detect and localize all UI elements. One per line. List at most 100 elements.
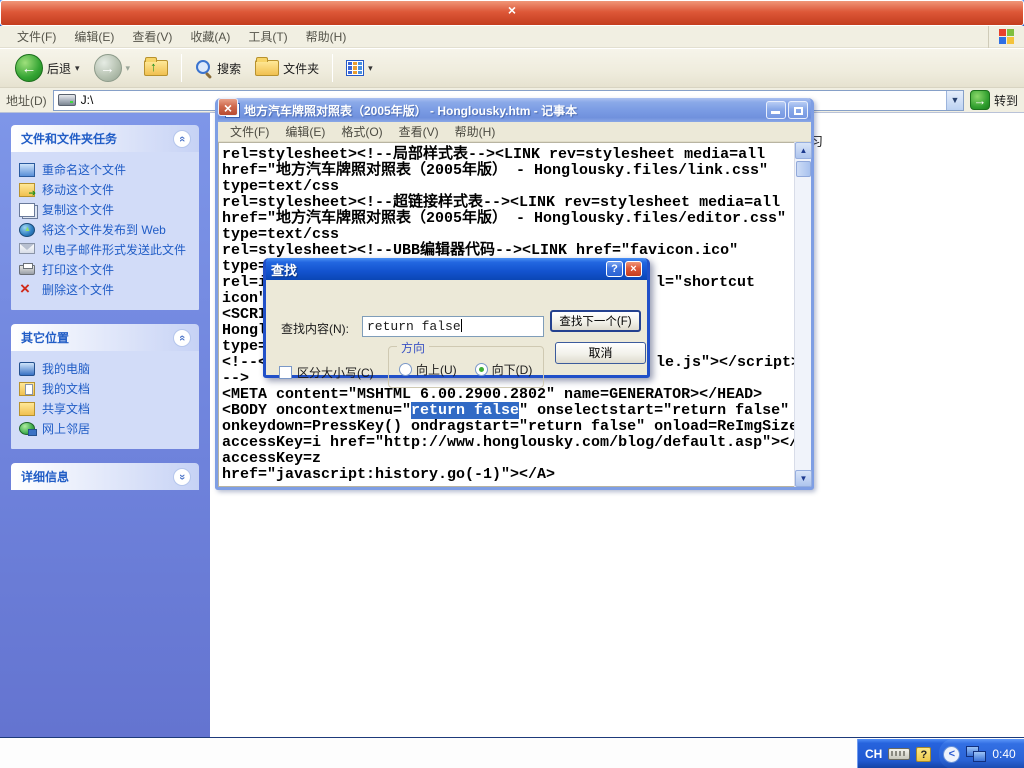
network-icon[interactable] — [966, 746, 986, 762]
task-item-label: 删除这个文件 — [42, 283, 114, 297]
back-icon: ← — [15, 54, 43, 82]
notepad-close-button[interactable]: × — [218, 98, 238, 116]
notepad-menu-item-4[interactable]: 帮助(H) — [447, 121, 504, 142]
address-label: 地址(D) — [6, 92, 47, 109]
task-item[interactable]: 删除这个文件 — [19, 280, 193, 300]
task-item[interactable]: 我的文档 — [19, 379, 193, 399]
notepad-text-line: accessKey=i href="http://www.honglousky.… — [222, 435, 794, 451]
explorer-toolbar: ← 后退 ▾ → ▾ ↑ 搜索 文件夹 ▾ — [0, 49, 1024, 88]
keyboard-icon[interactable] — [888, 748, 910, 760]
match-case-option[interactable]: 区分大小写(C) — [279, 364, 374, 381]
task-item[interactable]: 重命名这个文件 — [19, 160, 193, 180]
back-dropdown-icon[interactable]: ▾ — [75, 63, 80, 74]
direction-title: 方向 — [397, 339, 429, 356]
tray-help-icon[interactable]: ? — [916, 747, 931, 762]
notepad-text-line: href="javascript:history.go(-1)"></A> — [222, 467, 794, 483]
task-item[interactable]: 移动这个文件 — [19, 180, 193, 200]
notepad-text-line: type=text/css — [222, 179, 794, 195]
close-button[interactable]: × — [0, 0, 1024, 26]
task-item[interactable]: 网上邻居 — [19, 419, 193, 439]
match-case-checkbox[interactable] — [279, 366, 292, 379]
direction-up-option[interactable]: 向上(U) — [399, 361, 457, 378]
views-button[interactable]: ▾ — [341, 60, 378, 76]
task-item[interactable]: 复制这个文件 — [19, 200, 193, 220]
notepad-menu-item-2[interactable]: 格式(O) — [333, 121, 390, 142]
explorer-menu-item-0[interactable]: 文件(F) — [8, 25, 65, 48]
explorer-menu-item-3[interactable]: 收藏(A) — [181, 25, 239, 48]
help-button[interactable]: ? — [606, 261, 623, 277]
move-icon — [19, 183, 35, 197]
scrollbar-thumb[interactable] — [796, 161, 811, 177]
taskbar: CH ? < 0:40 — [0, 737, 1024, 768]
clock: 0:40 — [992, 747, 1015, 761]
explorer-menu-item-1[interactable]: 编辑(E) — [65, 25, 123, 48]
toolbar-separator — [181, 54, 182, 82]
direction-groupbox: 方向 向上(U) 向下(D) — [388, 346, 544, 388]
scroll-down-icon[interactable]: ▼ — [795, 470, 812, 487]
details-header[interactable]: 详细信息 » — [11, 463, 199, 490]
folders-button[interactable]: 文件夹 — [250, 60, 324, 77]
ime-indicator[interactable]: CH — [865, 747, 882, 761]
back-button[interactable]: ← 后退 ▾ — [10, 54, 85, 82]
notepad-text-line: href="地方汽车牌照对照表（2005年版） - Honglousky.fil… — [222, 211, 794, 227]
radio-down-icon[interactable] — [475, 363, 488, 376]
collapse-chevron-icon[interactable]: « — [173, 329, 191, 347]
notepad-text-line: onkeydown=PressKey() ondragstart="return… — [222, 419, 794, 435]
up-button[interactable]: ↑ — [139, 60, 173, 76]
task-item[interactable]: 以电子邮件形式发送此文件 — [19, 240, 193, 260]
notepad-titlebar[interactable]: 地方汽车牌照对照表（2005年版） - Honglousky.htm - 记事本… — [218, 98, 811, 122]
network-places-icon — [19, 422, 35, 435]
find-dialog-titlebar[interactable]: 查找 ? × — [266, 258, 647, 280]
file-tasks-header[interactable]: 文件和文件夹任务 « — [11, 125, 199, 152]
task-item[interactable]: 将这个文件发布到 Web — [19, 220, 193, 240]
notepad-maximize-button[interactable] — [788, 101, 808, 119]
explorer-menu-item-4[interactable]: 工具(T) — [239, 25, 296, 48]
expand-chevron-icon[interactable]: » — [173, 468, 191, 486]
forward-dropdown-icon[interactable]: ▾ — [126, 63, 131, 74]
go-button[interactable]: → 转到 — [970, 90, 1018, 110]
notepad-scrollbar[interactable]: ▲ ▼ — [794, 142, 811, 487]
desktop: c （J:） × 文件(F)编辑(E)查看(V)收藏(A)工具(T)帮助(H) … — [0, 0, 1024, 768]
address-value: J:\ — [81, 93, 94, 107]
task-item[interactable]: 我的电脑 — [19, 359, 193, 379]
notepad-text-line: accessKey=z — [222, 451, 794, 467]
task-item[interactable]: 打印这个文件 — [19, 260, 193, 280]
find-close-button[interactable]: × — [625, 261, 642, 277]
cancel-button[interactable]: 取消 — [555, 342, 646, 364]
find-next-button[interactable]: 查找下一个(F) — [550, 310, 641, 332]
task-item-label: 移动这个文件 — [42, 183, 114, 197]
find-dialog: 查找 ? × 查找内容(N): return false 查找下一个(F) 取消… — [263, 258, 650, 378]
views-dropdown-icon[interactable]: ▾ — [368, 63, 373, 74]
notepad-menu-item-0[interactable]: 文件(F) — [222, 121, 277, 142]
find-what-input[interactable]: return false — [362, 316, 544, 337]
notepad-menu-item-3[interactable]: 查看(V) — [391, 121, 447, 142]
explorer-titlebar: c （J:） × — [0, 0, 1024, 26]
task-item[interactable]: 共享文档 — [19, 399, 193, 419]
radio-up-icon[interactable] — [399, 363, 412, 376]
details-title: 详细信息 — [21, 468, 69, 485]
text-caret — [461, 319, 462, 332]
notepad-window-title: 地方汽车牌照对照表（2005年版） - Honglousky.htm - 记事本 — [244, 102, 766, 119]
task-item-label: 以电子邮件形式发送此文件 — [42, 243, 186, 257]
notepad-text-line: href="地方汽车牌照对照表（2005年版） - Honglousky.fil… — [222, 163, 794, 179]
file-tasks-title: 文件和文件夹任务 — [21, 130, 117, 147]
folders-icon — [255, 60, 279, 76]
explorer-menu-item-2[interactable]: 查看(V) — [123, 25, 181, 48]
forward-button[interactable]: → ▾ — [89, 54, 136, 82]
other-places-title: 其它位置 — [21, 329, 69, 346]
other-places-header[interactable]: 其它位置 « — [11, 324, 199, 351]
find-what-value: return false — [367, 319, 461, 334]
explorer-menu-item-5[interactable]: 帮助(H) — [297, 25, 356, 48]
notepad-menu-item-1[interactable]: 编辑(E) — [277, 121, 333, 142]
notepad-minimize-button[interactable] — [766, 101, 786, 119]
direction-down-option[interactable]: 向下(D) — [475, 361, 533, 378]
search-button[interactable]: 搜索 — [190, 59, 246, 77]
publish-web-icon — [19, 223, 35, 237]
address-dropdown-button[interactable]: ▼ — [946, 91, 963, 110]
my-computer-icon — [19, 362, 35, 376]
toolbar-separator — [332, 54, 333, 82]
show-hidden-icons-chevron[interactable]: < — [943, 746, 960, 763]
collapse-chevron-icon[interactable]: « — [173, 130, 191, 148]
drive-icon — [58, 94, 76, 106]
scroll-up-icon[interactable]: ▲ — [795, 142, 812, 159]
